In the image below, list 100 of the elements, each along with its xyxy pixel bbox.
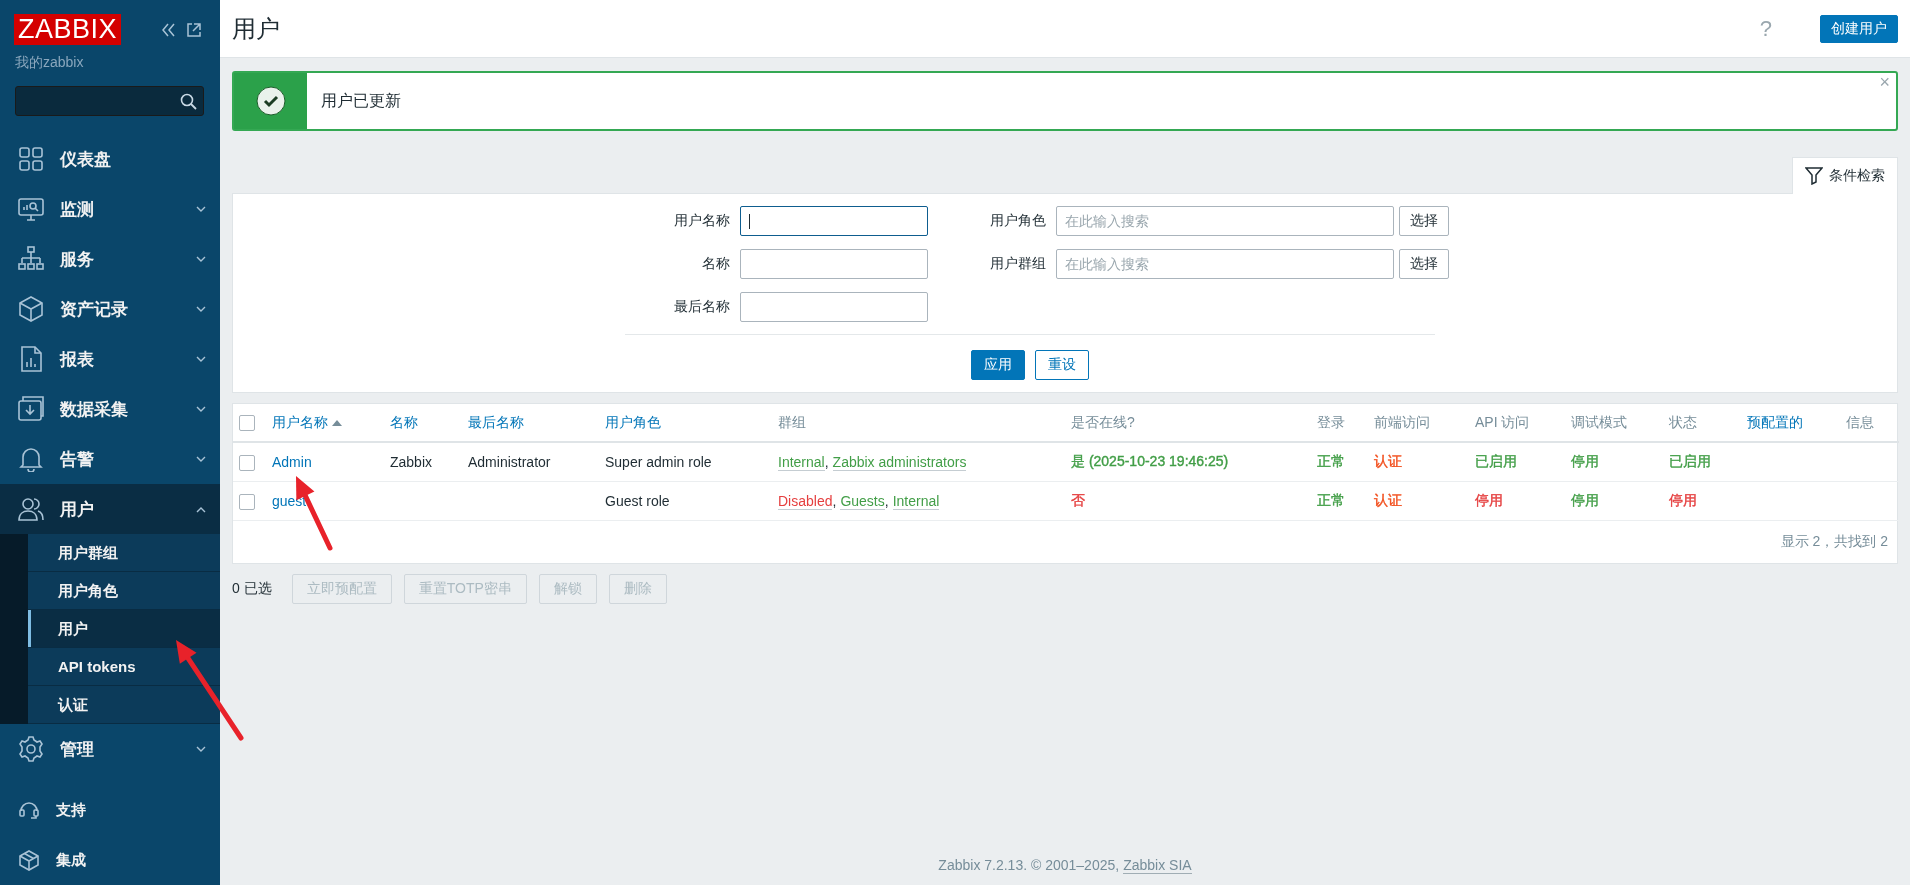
column-header: 登录: [1317, 413, 1345, 430]
column-header[interactable]: 名称: [390, 413, 418, 430]
field-label: 名称: [701, 255, 730, 273]
page-title: 用户: [232, 13, 281, 44]
report-icon: [18, 346, 44, 372]
column-header: API 访问: [1475, 413, 1530, 430]
column-header: 是否在线?: [1071, 413, 1135, 430]
column-header: 调试模式: [1571, 413, 1627, 430]
menu-item[interactable]: 资产记录: [0, 284, 220, 334]
chevron-up-icon: [196, 505, 206, 513]
input-field[interactable]: [740, 206, 928, 236]
chevron-down-icon: [196, 355, 206, 363]
column-header[interactable]: 用户名称: [272, 413, 342, 430]
grid-icon: [18, 146, 44, 172]
field-label: 用户角色: [989, 212, 1046, 230]
column-header[interactable]: 最后名称: [468, 413, 524, 430]
field-label: 用户群组: [989, 255, 1046, 273]
menu-item[interactable]: 监测: [0, 184, 220, 234]
selected-count: 0 已选: [232, 580, 272, 598]
collapse-icon: [160, 21, 176, 38]
column-header[interactable]: 预配置的: [1747, 413, 1803, 430]
group-link[interactable]: Internal: [778, 454, 825, 471]
logo[interactable]: ZABBIX: [14, 14, 122, 45]
table-cell: 已启用: [1475, 453, 1517, 469]
footer-link[interactable]: Zabbix SIA: [1123, 857, 1192, 874]
result-summary: 显示 2，共找到 2: [1780, 533, 1888, 549]
user-link[interactable]: guest: [272, 493, 307, 509]
table-cell: Zabbix: [390, 454, 433, 470]
search-icon: [180, 92, 197, 110]
column-header: 状态: [1669, 413, 1697, 430]
chevron-down-icon: [196, 205, 206, 213]
column-header[interactable]: 用户角色: [605, 413, 661, 430]
filter-icon: [1805, 167, 1823, 185]
table-cell: 正常: [1317, 492, 1345, 508]
menu-item[interactable]: 集成: [0, 835, 220, 885]
field-label: 用户名称: [673, 212, 730, 230]
menu-item[interactable]: 支持: [0, 785, 220, 835]
submenu-item[interactable]: API tokens: [28, 648, 220, 686]
menu-item[interactable]: 数据采集: [0, 384, 220, 434]
checkbox[interactable]: [239, 454, 255, 471]
submenu-item[interactable]: 用户角色: [28, 572, 220, 610]
column-header: 信息: [1846, 413, 1874, 430]
subtitle: 我的zabbix: [14, 53, 85, 72]
search-field[interactable]: [15, 86, 204, 116]
table-cell: 停用: [1571, 453, 1599, 469]
users-icon: [18, 496, 44, 522]
footer-text: Zabbix 7.2.13. © 2001–2025,: [938, 857, 1120, 873]
table-cell: Super admin role: [605, 454, 712, 470]
menu-item[interactable]: 服务: [0, 234, 220, 284]
table-cell: Guest role: [605, 493, 670, 509]
table-cell: Administrator: [468, 454, 551, 470]
table-cell: 已启用: [1669, 453, 1711, 469]
text-cursor: [749, 214, 750, 229]
input-field[interactable]: [740, 249, 928, 279]
search-input[interactable]: 在此输入搜索: [1056, 206, 1394, 236]
submenu-item[interactable]: 认证: [28, 686, 220, 724]
separator: ,: [824, 454, 829, 470]
checkbox[interactable]: [239, 415, 255, 432]
menu-item[interactable]: 告警: [0, 434, 220, 484]
group-link[interactable]: Internal: [892, 493, 940, 510]
chevron-down-icon: [196, 255, 206, 263]
field-label: 最后名称: [673, 298, 730, 316]
headset-icon: [18, 799, 40, 821]
chevron-down-icon: [196, 305, 206, 313]
checkmark-icon: [255, 86, 286, 116]
monitor-icon: [18, 196, 44, 222]
search-input[interactable]: 在此输入搜索: [1056, 249, 1394, 279]
sort-up-icon: [332, 418, 342, 427]
table-cell: 是 (2025-10-23 19:46:25): [1071, 453, 1229, 469]
table-cell: 停用: [1475, 492, 1503, 508]
download-box-icon: [18, 396, 44, 422]
checkbox[interactable]: [239, 493, 255, 510]
separator: ,: [832, 493, 837, 509]
table-cell: 停用: [1669, 492, 1697, 508]
table-cell: 停用: [1571, 492, 1599, 508]
chevron-down-icon: [196, 455, 206, 463]
menu-item[interactable]: 用户: [0, 484, 220, 534]
table-cell: 认证: [1374, 453, 1402, 469]
create-user-button[interactable]: 创建用户: [1820, 14, 1898, 43]
box-icon: [18, 296, 44, 322]
menu-item[interactable]: 仪表盘: [0, 134, 220, 184]
submenu-item[interactable]: 用户群组: [28, 534, 220, 572]
submenu-item[interactable]: 用户: [28, 610, 220, 648]
select-button[interactable]: 选择: [1399, 249, 1449, 279]
filter-tab[interactable]: 条件检索: [1792, 157, 1898, 194]
group-link[interactable]: Guests: [840, 493, 885, 510]
menu-item[interactable]: 报表: [0, 334, 220, 384]
menu-item[interactable]: 管理: [0, 724, 220, 774]
select-button[interactable]: 选择: [1399, 206, 1449, 236]
apply-button[interactable]: 应用: [971, 350, 1025, 380]
chevron-down-icon: [196, 745, 206, 753]
hierarchy-icon: [18, 246, 44, 272]
table-cell: 认证: [1374, 492, 1402, 508]
table-cell: 正常: [1317, 453, 1345, 469]
column-header: 前端访问: [1374, 413, 1430, 430]
reset-button[interactable]: 重设: [1035, 350, 1089, 380]
input-field[interactable]: [740, 292, 928, 322]
group-link[interactable]: Zabbix administrators: [832, 454, 967, 471]
user-link[interactable]: Admin: [272, 454, 312, 470]
package-icon: [18, 849, 40, 871]
